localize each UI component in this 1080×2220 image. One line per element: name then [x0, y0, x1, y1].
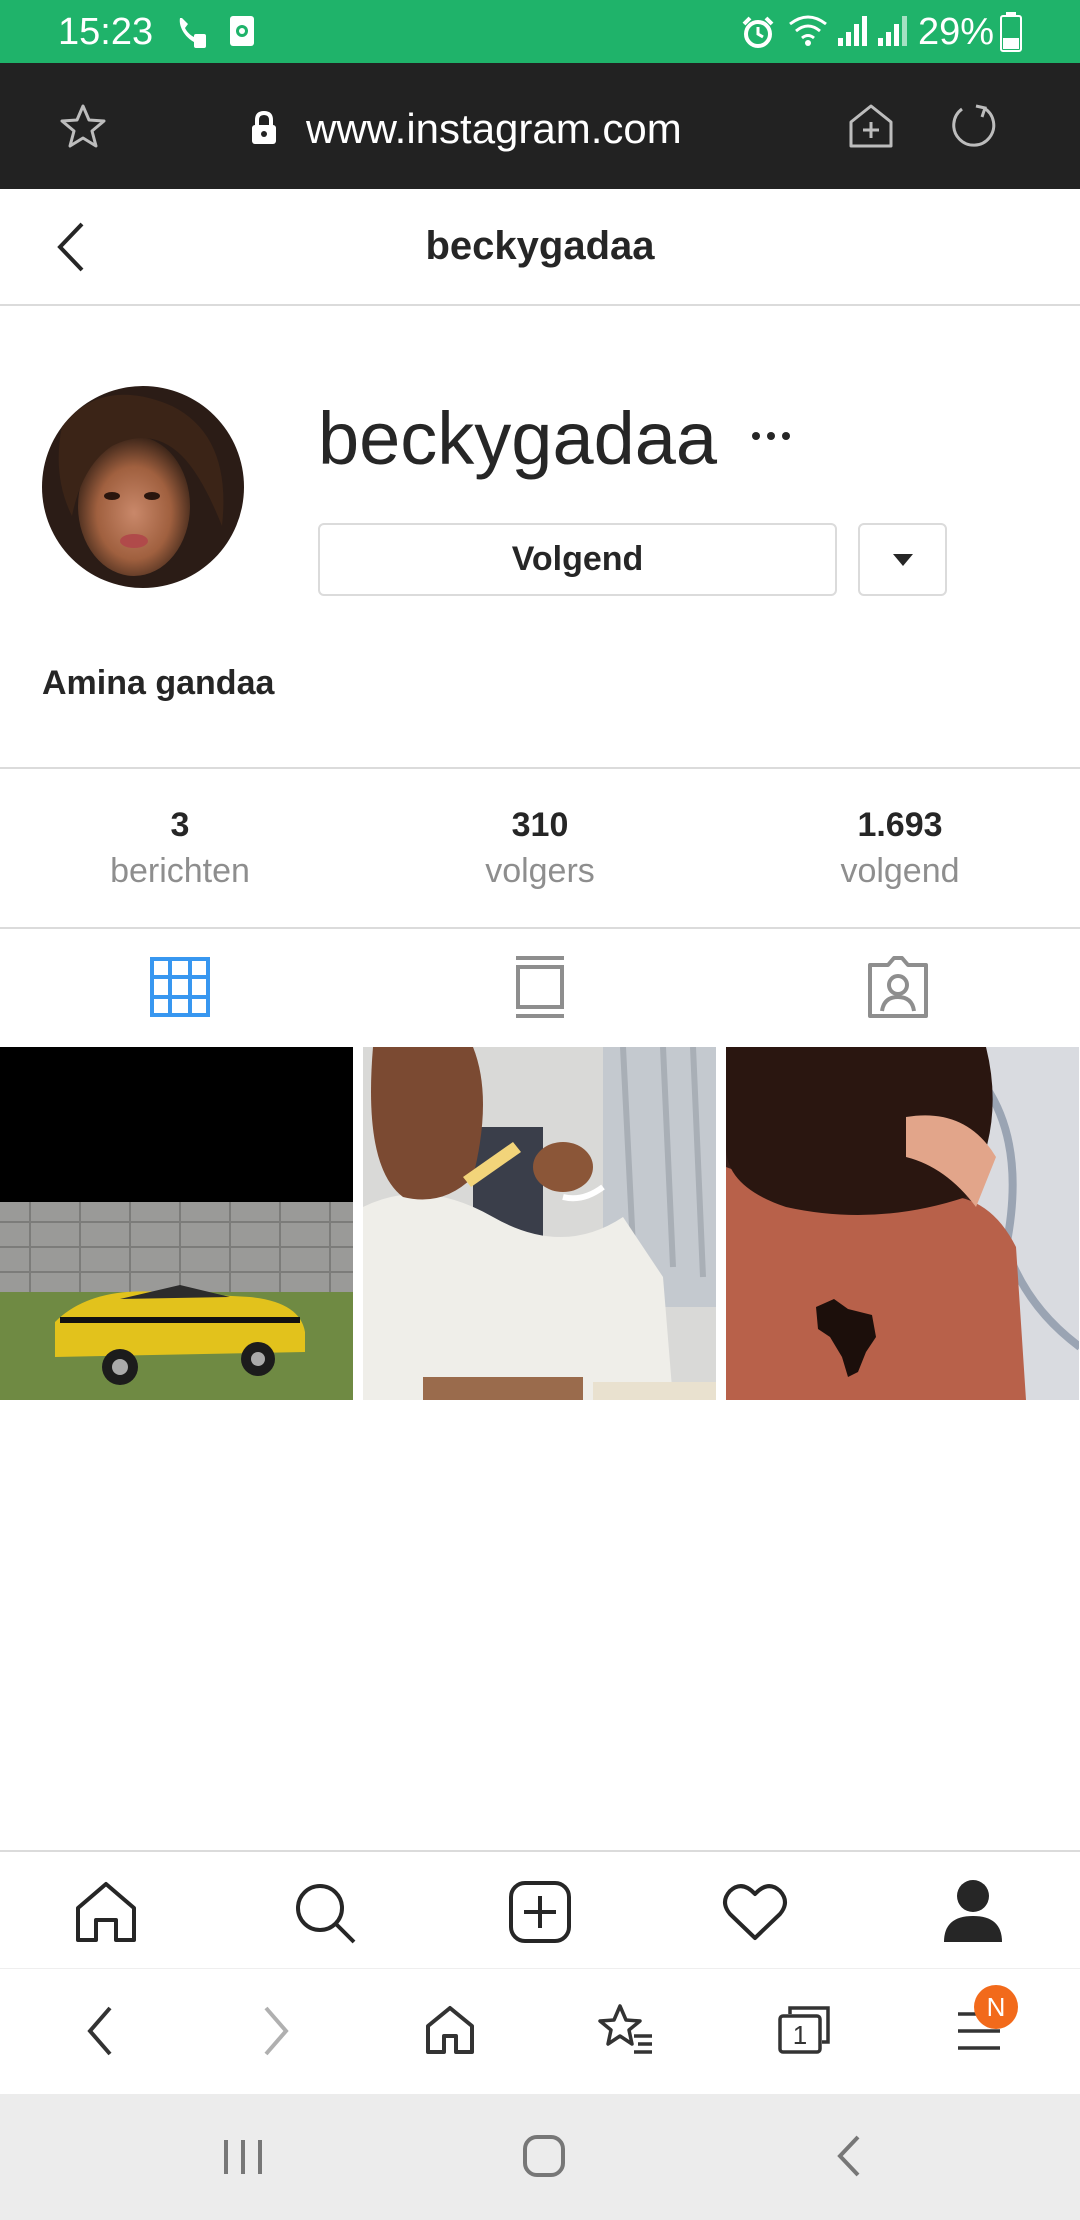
stat-followers[interactable]: 310 volgers	[360, 769, 720, 929]
browser-forward-icon[interactable]	[260, 2004, 292, 2058]
reload-icon[interactable]	[948, 100, 998, 150]
instagram-bottom-nav	[0, 1850, 1080, 1968]
android-back-icon[interactable]	[834, 2134, 862, 2178]
stat-posts-count: 3	[170, 806, 190, 844]
browser-back-icon[interactable]	[84, 2004, 116, 2058]
caret-down-icon	[893, 554, 913, 566]
browser-bottom-bar	[0, 1968, 1080, 2094]
heart-icon[interactable]	[722, 1882, 788, 1942]
browser-home-icon[interactable]	[424, 2004, 476, 2056]
recording-icon	[230, 16, 254, 46]
stat-following-count: 1.693	[857, 806, 943, 844]
profile-stats: 3 berichten 310 volgers 1.693 volgend	[0, 767, 1080, 929]
avatar[interactable]	[42, 386, 244, 588]
stat-following[interactable]: 1.693 volgend	[720, 769, 1080, 929]
stat-followers-count: 310	[511, 806, 569, 844]
post-thumbnail-1[interactable]	[0, 1047, 353, 1400]
suggestions-dropdown-button[interactable]	[858, 523, 947, 596]
profile-full-name: Amina gandaa	[42, 664, 275, 702]
post-thumbnail-2[interactable]	[363, 1047, 716, 1400]
lock-icon	[252, 110, 276, 144]
grid-icon[interactable]	[150, 957, 210, 1017]
profile-username: beckygadaa	[318, 397, 718, 480]
status-time: 15:23	[58, 11, 154, 53]
battery-icon	[1000, 12, 1022, 52]
recent-apps-icon[interactable]	[222, 2138, 264, 2176]
signal-icon-2	[878, 16, 907, 46]
following-button[interactable]: Volgend	[318, 523, 837, 596]
profile-tabs	[0, 929, 1080, 1047]
stat-posts-label: berichten	[110, 852, 250, 890]
url-bar[interactable]: www.instagram.com	[306, 106, 682, 152]
stat-followers-label: volgers	[485, 852, 595, 890]
stat-following-label: volgend	[840, 852, 960, 890]
bookmark-star-icon[interactable]	[58, 102, 108, 152]
add-post-icon[interactable]	[508, 1880, 572, 1944]
menu-badge: N	[974, 1985, 1018, 2029]
call-icon	[179, 18, 206, 48]
home-icon[interactable]	[74, 1880, 138, 1944]
battery-percent: 29%	[918, 11, 995, 53]
android-home-icon[interactable]	[522, 2134, 566, 2178]
signal-icon	[838, 16, 867, 46]
header-title: beckygadaa	[425, 224, 655, 268]
bookmarks-icon[interactable]	[598, 2002, 654, 2058]
tabs-count: 1	[792, 2020, 808, 2050]
tagged-icon[interactable]	[866, 955, 930, 1019]
alarm-icon	[742, 16, 774, 48]
add-to-home-icon[interactable]	[846, 100, 896, 150]
stat-posts: 3 berichten	[0, 769, 360, 929]
wifi-icon	[789, 15, 827, 46]
search-icon[interactable]	[292, 1880, 358, 1946]
feed-icon[interactable]	[514, 955, 566, 1019]
profile-icon[interactable]	[942, 1878, 1004, 1944]
post-thumbnail-3[interactable]	[726, 1047, 1079, 1400]
more-options-icon[interactable]	[748, 426, 794, 446]
